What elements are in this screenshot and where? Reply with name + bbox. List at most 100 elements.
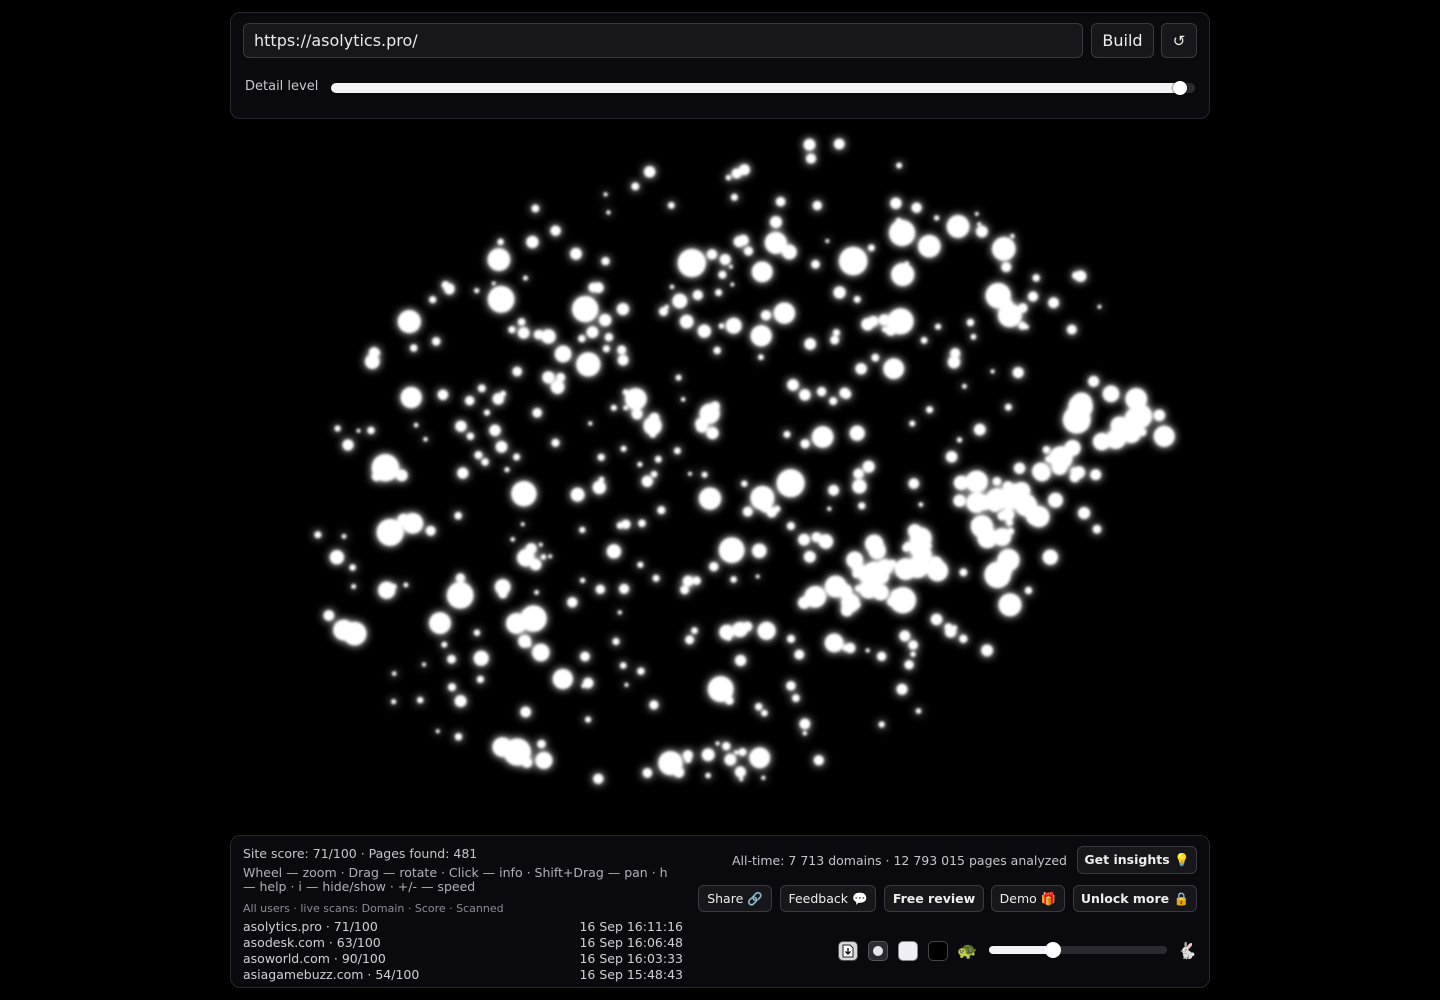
graph-node[interactable] (760, 310, 772, 321)
graph-node[interactable] (491, 281, 496, 286)
graph-node[interactable] (1125, 388, 1147, 410)
graph-node[interactable] (642, 768, 653, 778)
graph-node[interactable] (818, 534, 834, 549)
graph-node[interactable] (677, 249, 706, 277)
graph-node[interactable] (962, 383, 967, 389)
graph-node[interactable] (691, 627, 698, 634)
graph-node[interactable] (891, 589, 902, 600)
graph-node[interactable] (441, 641, 448, 648)
graph-node[interactable] (391, 583, 397, 590)
graph-node[interactable] (447, 654, 456, 664)
graph-node[interactable] (719, 537, 745, 563)
graph-node[interactable] (483, 409, 491, 416)
detail-level-slider[interactable] (331, 81, 1195, 95)
graph-node[interactable] (812, 200, 822, 211)
graph-node[interactable] (705, 772, 711, 779)
free-review-button[interactable]: Free review (884, 885, 984, 912)
graph-node[interactable] (1010, 233, 1015, 239)
graph-node[interactable] (786, 522, 795, 530)
speed-thumb[interactable] (1045, 942, 1062, 958)
graph-node[interactable] (834, 138, 845, 150)
graph-node[interactable] (576, 352, 601, 377)
dark-theme-button[interactable] (928, 941, 948, 961)
graph-node[interactable] (827, 506, 832, 511)
graph-node[interactable] (638, 519, 646, 528)
graph-node[interactable] (595, 584, 605, 594)
graph-node[interactable] (619, 584, 629, 594)
graph-node[interactable] (1001, 262, 1012, 273)
graph-node[interactable] (1092, 524, 1102, 534)
graph-node[interactable] (511, 481, 537, 507)
graph-node[interactable] (522, 329, 530, 337)
graph-node[interactable] (534, 590, 539, 595)
graph-node[interactable] (761, 709, 768, 717)
graph-node[interactable] (465, 396, 475, 406)
graph-node[interactable] (423, 437, 428, 442)
list-item[interactable]: asoworld.com · 90/100 16 Sep 16:03:33 (243, 951, 683, 967)
graph-node[interactable] (550, 225, 561, 236)
graph-node[interactable] (839, 247, 868, 276)
graph-node[interactable] (579, 526, 586, 533)
graph-node[interactable] (875, 570, 890, 584)
graph-node[interactable] (865, 648, 870, 653)
graph-node[interactable] (637, 667, 645, 675)
graph-node[interactable] (890, 197, 902, 209)
graph-node[interactable] (792, 694, 800, 702)
graph-node[interactable] (403, 582, 409, 588)
graph-node[interactable] (650, 470, 658, 478)
graph-node[interactable] (725, 174, 732, 181)
graph-node[interactable] (637, 561, 644, 568)
graph-node[interactable] (520, 605, 547, 632)
graph-node[interactable] (755, 574, 760, 579)
graph-node[interactable] (709, 562, 719, 572)
graph-node[interactable] (606, 544, 621, 559)
graph-node[interactable] (977, 222, 982, 227)
graph-node[interactable] (697, 324, 711, 338)
graph-node[interactable] (799, 718, 811, 730)
graph-node[interactable] (998, 303, 1022, 327)
graph-node[interactable] (421, 662, 427, 667)
graph-node[interactable] (804, 551, 816, 563)
graph-node[interactable] (554, 345, 572, 363)
graph-node[interactable] (641, 475, 653, 487)
graph-node[interactable] (849, 425, 865, 441)
list-item[interactable]: asiagamebuzz.com · 54/100 16 Sep 15:48:4… (243, 967, 683, 983)
graph-node[interactable] (492, 737, 512, 757)
graph-node[interactable] (859, 579, 878, 599)
graph-node[interactable] (1000, 602, 1006, 608)
graph-node[interactable] (735, 655, 747, 666)
graph-node[interactable] (755, 703, 763, 711)
graph-node[interactable] (908, 640, 918, 650)
graph-node[interactable] (588, 421, 593, 426)
graph-node[interactable] (706, 427, 719, 440)
graph-node[interactable] (631, 182, 640, 191)
graph-node[interactable] (1097, 304, 1102, 309)
graph-node[interactable] (813, 755, 824, 766)
graph-node[interactable] (455, 420, 467, 432)
graph-node[interactable] (580, 651, 590, 662)
graph-node[interactable] (334, 425, 341, 432)
graph-node[interactable] (473, 650, 489, 666)
graph-node[interactable] (1102, 385, 1120, 402)
graph-node[interactable] (540, 554, 547, 560)
graph-node[interactable] (825, 239, 830, 243)
graph-node[interactable] (863, 567, 879, 583)
graph-node[interactable] (1028, 291, 1038, 302)
graph-node[interactable] (474, 451, 483, 460)
share-button[interactable]: Share 🔗 (698, 885, 772, 912)
graph-node[interactable] (770, 216, 782, 228)
graph-node[interactable] (918, 235, 941, 258)
graph-node[interactable] (455, 573, 465, 583)
graph-node[interactable] (945, 626, 957, 638)
graph-node[interactable] (915, 708, 922, 714)
graph-node[interactable] (806, 153, 816, 164)
graph-node[interactable] (518, 634, 532, 648)
graph-node[interactable] (593, 773, 604, 784)
graph-node[interactable] (578, 334, 586, 343)
graph-node[interactable] (878, 314, 890, 326)
graph-node[interactable] (739, 777, 744, 782)
unlock-more-button[interactable]: Unlock more 🔒 (1073, 885, 1197, 912)
graph-node[interactable] (798, 533, 810, 546)
graph-node[interactable] (794, 649, 805, 660)
graph-node[interactable] (930, 613, 943, 626)
